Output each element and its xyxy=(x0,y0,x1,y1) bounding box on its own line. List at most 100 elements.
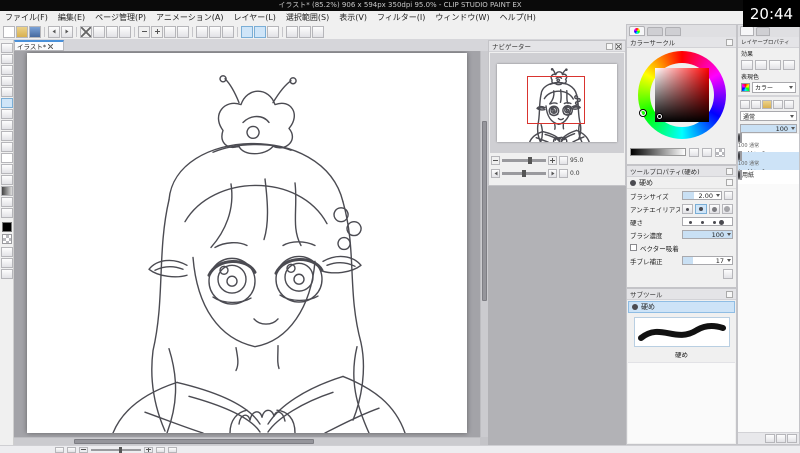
new-raster-layer-icon[interactable] xyxy=(740,99,750,109)
close-tab-icon[interactable] xyxy=(48,43,54,49)
actual-size-icon[interactable] xyxy=(177,25,189,38)
lock-icon[interactable] xyxy=(726,179,733,186)
tone-effect-icon[interactable] xyxy=(755,59,767,70)
value-gradient-bar[interactable] xyxy=(630,148,686,156)
tab-layer-search[interactable] xyxy=(756,26,770,36)
fit-to-screen-icon[interactable] xyxy=(164,25,176,38)
status-icon-2[interactable] xyxy=(67,446,76,453)
stabilization-slider[interactable]: 17 xyxy=(682,256,733,265)
hue-indicator[interactable] xyxy=(640,110,646,116)
tab-color-set[interactable] xyxy=(665,26,681,36)
menu-page-manage[interactable]: ページ管理(P) xyxy=(90,12,151,23)
menu-layer[interactable]: レイヤー(L) xyxy=(228,12,280,23)
layer-row-1-selected[interactable]: 100 通常 レイヤー1 xyxy=(738,151,799,176)
lock-layer-icon[interactable] xyxy=(784,99,794,109)
panel-menu-icon[interactable] xyxy=(726,290,733,298)
layer-color-effect-icon[interactable] xyxy=(769,59,781,70)
delete-layer-icon[interactable] xyxy=(787,434,797,443)
new-canvas-icon[interactable] xyxy=(3,25,15,38)
canvas[interactable] xyxy=(27,53,467,433)
operation-tool[interactable] xyxy=(0,43,13,53)
save-icon[interactable] xyxy=(29,25,41,38)
status-icon-4[interactable] xyxy=(168,446,177,453)
undo-icon[interactable] xyxy=(48,25,60,38)
document-tab[interactable]: イラスト* xyxy=(14,40,64,51)
reset-display-icon[interactable] xyxy=(222,25,234,38)
pen-tool[interactable] xyxy=(0,98,13,108)
status-zoom-out-icon[interactable] xyxy=(79,446,88,453)
vector-snap-checkbox[interactable] xyxy=(630,244,637,251)
new-vector-layer-icon[interactable] xyxy=(751,99,761,109)
move-layer-tool[interactable] xyxy=(0,54,13,64)
nav-zoom-out-icon[interactable] xyxy=(491,156,500,165)
aa-medium-button[interactable] xyxy=(708,203,720,214)
gradient-tool[interactable] xyxy=(0,186,13,196)
menu-animation[interactable]: アニメーション(A) xyxy=(151,12,228,23)
aa-weak-button[interactable] xyxy=(695,203,707,214)
zoom-out-icon[interactable] xyxy=(138,25,150,38)
new-folder-icon[interactable] xyxy=(762,99,772,109)
blend-tool[interactable] xyxy=(0,164,13,174)
copy-icon[interactable] xyxy=(106,25,118,38)
tab-layer-property[interactable] xyxy=(740,26,754,36)
material-palette-icon[interactable] xyxy=(299,25,311,38)
wrench-icon[interactable] xyxy=(723,269,733,279)
snap-to-ruler-icon[interactable] xyxy=(241,25,253,38)
navigator-page-thumbnail[interactable] xyxy=(497,64,617,142)
nav-flip-horizontal-icon[interactable] xyxy=(559,169,568,178)
layer-row-paper[interactable]: 用紙 xyxy=(738,170,799,184)
border-effect-icon[interactable] xyxy=(741,59,753,70)
eyedropper-tool[interactable] xyxy=(0,87,13,97)
selection-tool[interactable] xyxy=(0,65,13,75)
nav-fit-icon[interactable] xyxy=(559,156,568,165)
auto-select-tool[interactable] xyxy=(0,76,13,86)
zoom-in-icon[interactable] xyxy=(151,25,163,38)
system-clock[interactable]: 20:44 xyxy=(743,0,800,27)
status-icon-1[interactable] xyxy=(55,446,64,453)
pencil-tool[interactable] xyxy=(0,109,13,119)
decoration-tool[interactable] xyxy=(0,142,13,152)
open-file-icon[interactable] xyxy=(16,25,28,38)
snap-to-grid-icon[interactable] xyxy=(267,25,279,38)
text-tool[interactable] xyxy=(0,208,13,218)
layer-opacity-slider[interactable]: 100 xyxy=(740,123,797,133)
vertical-scrollbar-thumb[interactable] xyxy=(482,121,487,301)
extract-line-effect-icon[interactable] xyxy=(783,59,795,70)
aa-strong-button[interactable] xyxy=(721,203,733,214)
paste-icon[interactable] xyxy=(119,25,131,38)
navigator-preview-area[interactable] xyxy=(490,53,624,153)
panel-menu-icon[interactable] xyxy=(726,38,733,46)
help-icon[interactable] xyxy=(312,25,324,38)
subtool-stroke-tile[interactable] xyxy=(633,317,730,347)
panel-menu-icon[interactable] xyxy=(606,42,613,50)
menu-window[interactable]: ウィンドウ(W) xyxy=(430,12,494,23)
brush-tool[interactable] xyxy=(0,120,13,130)
redo-icon[interactable] xyxy=(61,25,73,38)
panel-close-icon[interactable] xyxy=(615,42,622,50)
airbrush-tool[interactable] xyxy=(0,131,13,141)
rotate-left-icon[interactable] xyxy=(196,25,208,38)
clip-to-layer-below-icon[interactable] xyxy=(773,99,783,109)
status-zoom-in-icon[interactable] xyxy=(144,446,153,453)
merge-down-icon[interactable] xyxy=(776,434,786,443)
hardness-slider[interactable] xyxy=(682,217,733,226)
vertical-scrollbar[interactable] xyxy=(480,51,488,437)
nav-rotate-slider[interactable] xyxy=(502,170,546,177)
nav-zoom-in-icon[interactable] xyxy=(548,156,557,165)
menu-file[interactable]: ファイル(F) xyxy=(0,12,53,23)
status-zoom-slider[interactable] xyxy=(91,446,141,453)
grid-icon[interactable] xyxy=(286,25,298,38)
transparent-color-swatch[interactable] xyxy=(1,234,12,244)
nav-rotate-left-icon[interactable] xyxy=(491,169,500,178)
zoom-tool[interactable] xyxy=(0,247,13,257)
menu-filter[interactable]: フィルター(I) xyxy=(372,12,430,23)
cut-icon[interactable] xyxy=(93,25,105,38)
menu-edit[interactable]: 編集(E) xyxy=(53,12,90,23)
brush-size-unit-icon[interactable] xyxy=(724,191,733,200)
snap-to-special-ruler-icon[interactable] xyxy=(254,25,266,38)
figure-tool[interactable] xyxy=(0,197,13,207)
horizontal-scrollbar-thumb[interactable] xyxy=(74,439,314,444)
sv-indicator[interactable] xyxy=(657,114,662,119)
transparent-icon[interactable] xyxy=(715,147,725,157)
eraser-tool[interactable] xyxy=(0,153,13,163)
